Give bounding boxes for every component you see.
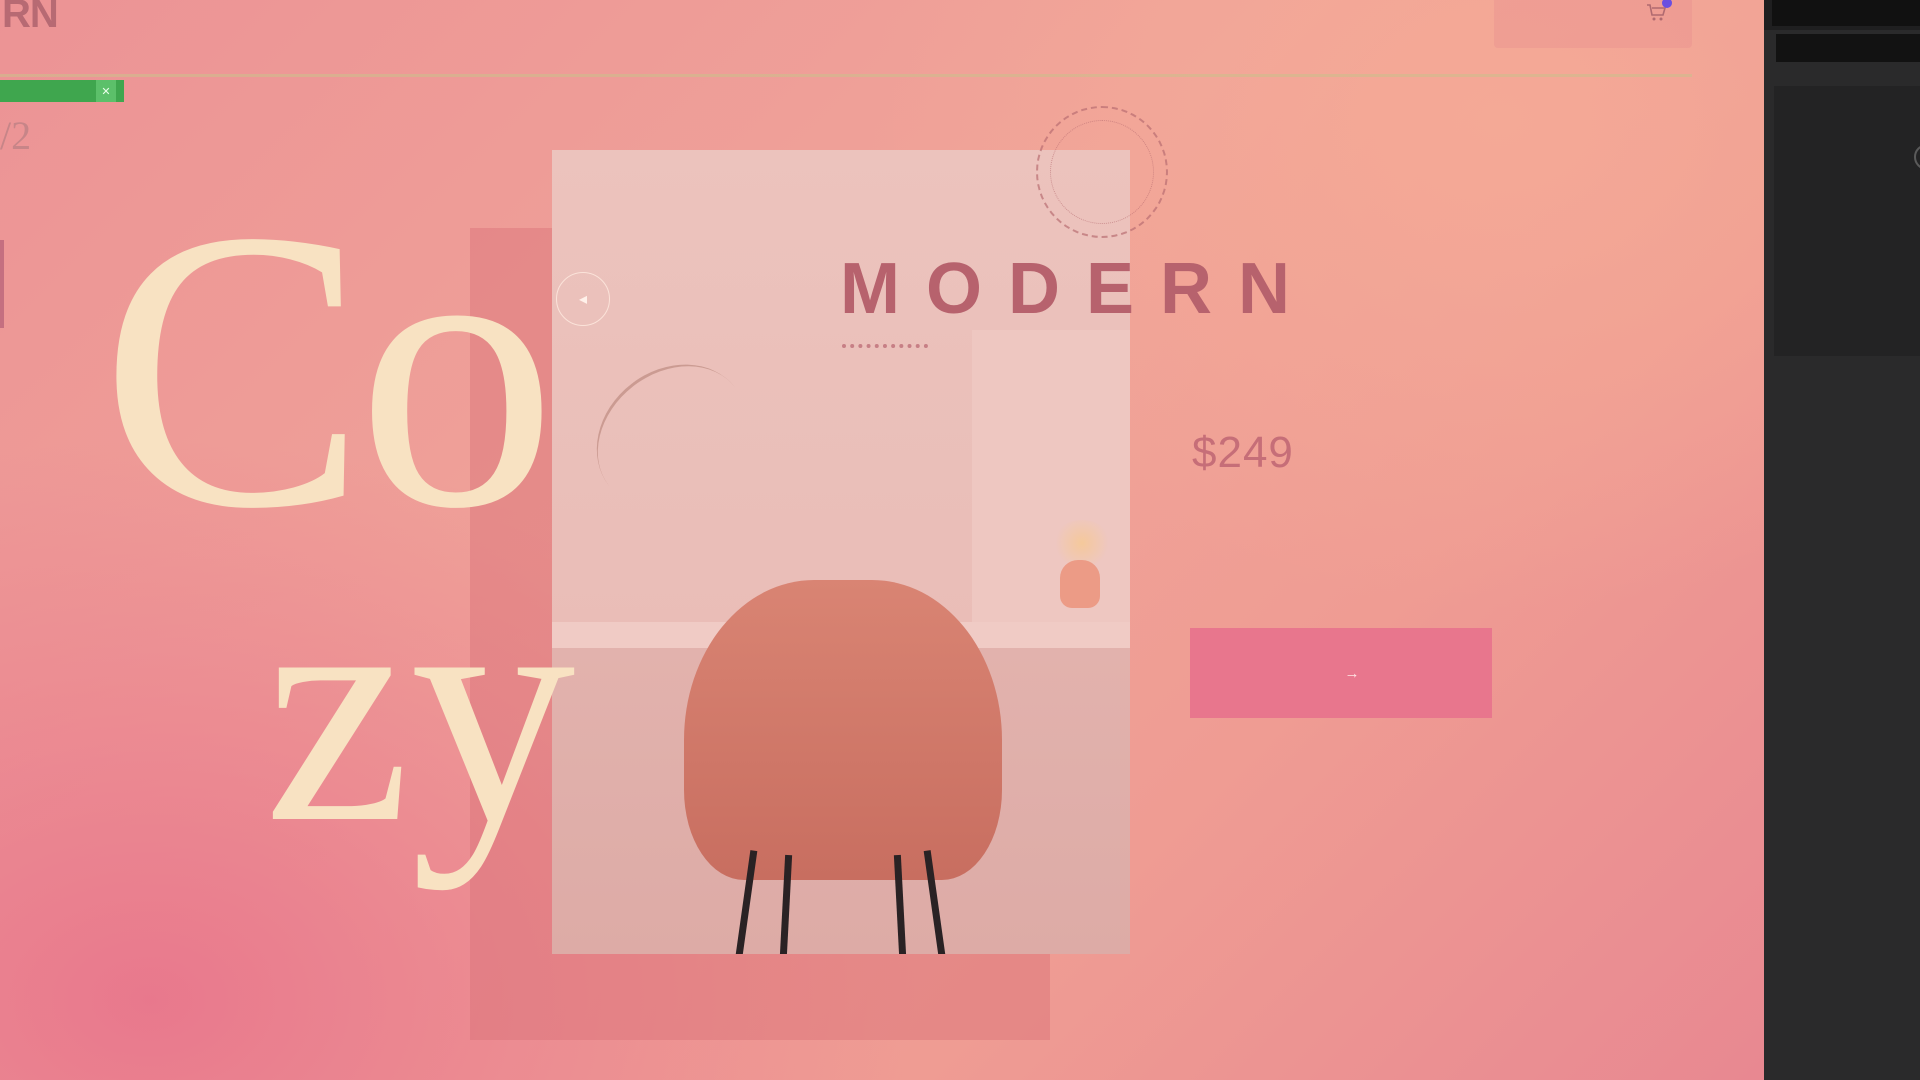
slide-counter: /2 [0,113,32,158]
main-nav [498,4,654,11]
dev-card [1774,86,1920,356]
add-to-cart-button[interactable]: → [1190,628,1492,718]
product-price: $249 [1192,428,1294,477]
site-logo[interactable]: RN [2,0,59,37]
dev-panel-header [1764,0,1920,30]
dev-tab[interactable] [1772,0,1920,26]
slide-indicator[interactable] [0,240,4,328]
dev-input[interactable] [1776,34,1920,62]
hero-subtitle: MODERN [840,249,1316,329]
close-icon[interactable]: ✕ [96,80,116,102]
hero-title-big: Co [100,148,557,591]
vertical-label [1664,450,1678,690]
header-actions [1494,0,1692,48]
dev-status-icon [1914,144,1920,170]
stamp-seal [1036,106,1168,238]
hero-title-small: zy [264,526,576,891]
subtitle-underline [842,344,928,348]
circle-arrow-icon[interactable]: ◂ [556,272,610,326]
cart-count-dot [1662,0,1672,8]
chair-shell [684,580,1002,880]
top-navigation: RN [0,0,1692,77]
arrow-right-icon: → [1344,664,1362,682]
page-canvas: RN ✕ /2 ◂ Co zy MODERN $249 → [0,0,1764,1080]
dev-panel [1764,0,1920,1080]
status-badge: ✕ [0,80,124,102]
photo-wall-panel [972,330,1130,622]
decor-vase [1060,560,1100,608]
